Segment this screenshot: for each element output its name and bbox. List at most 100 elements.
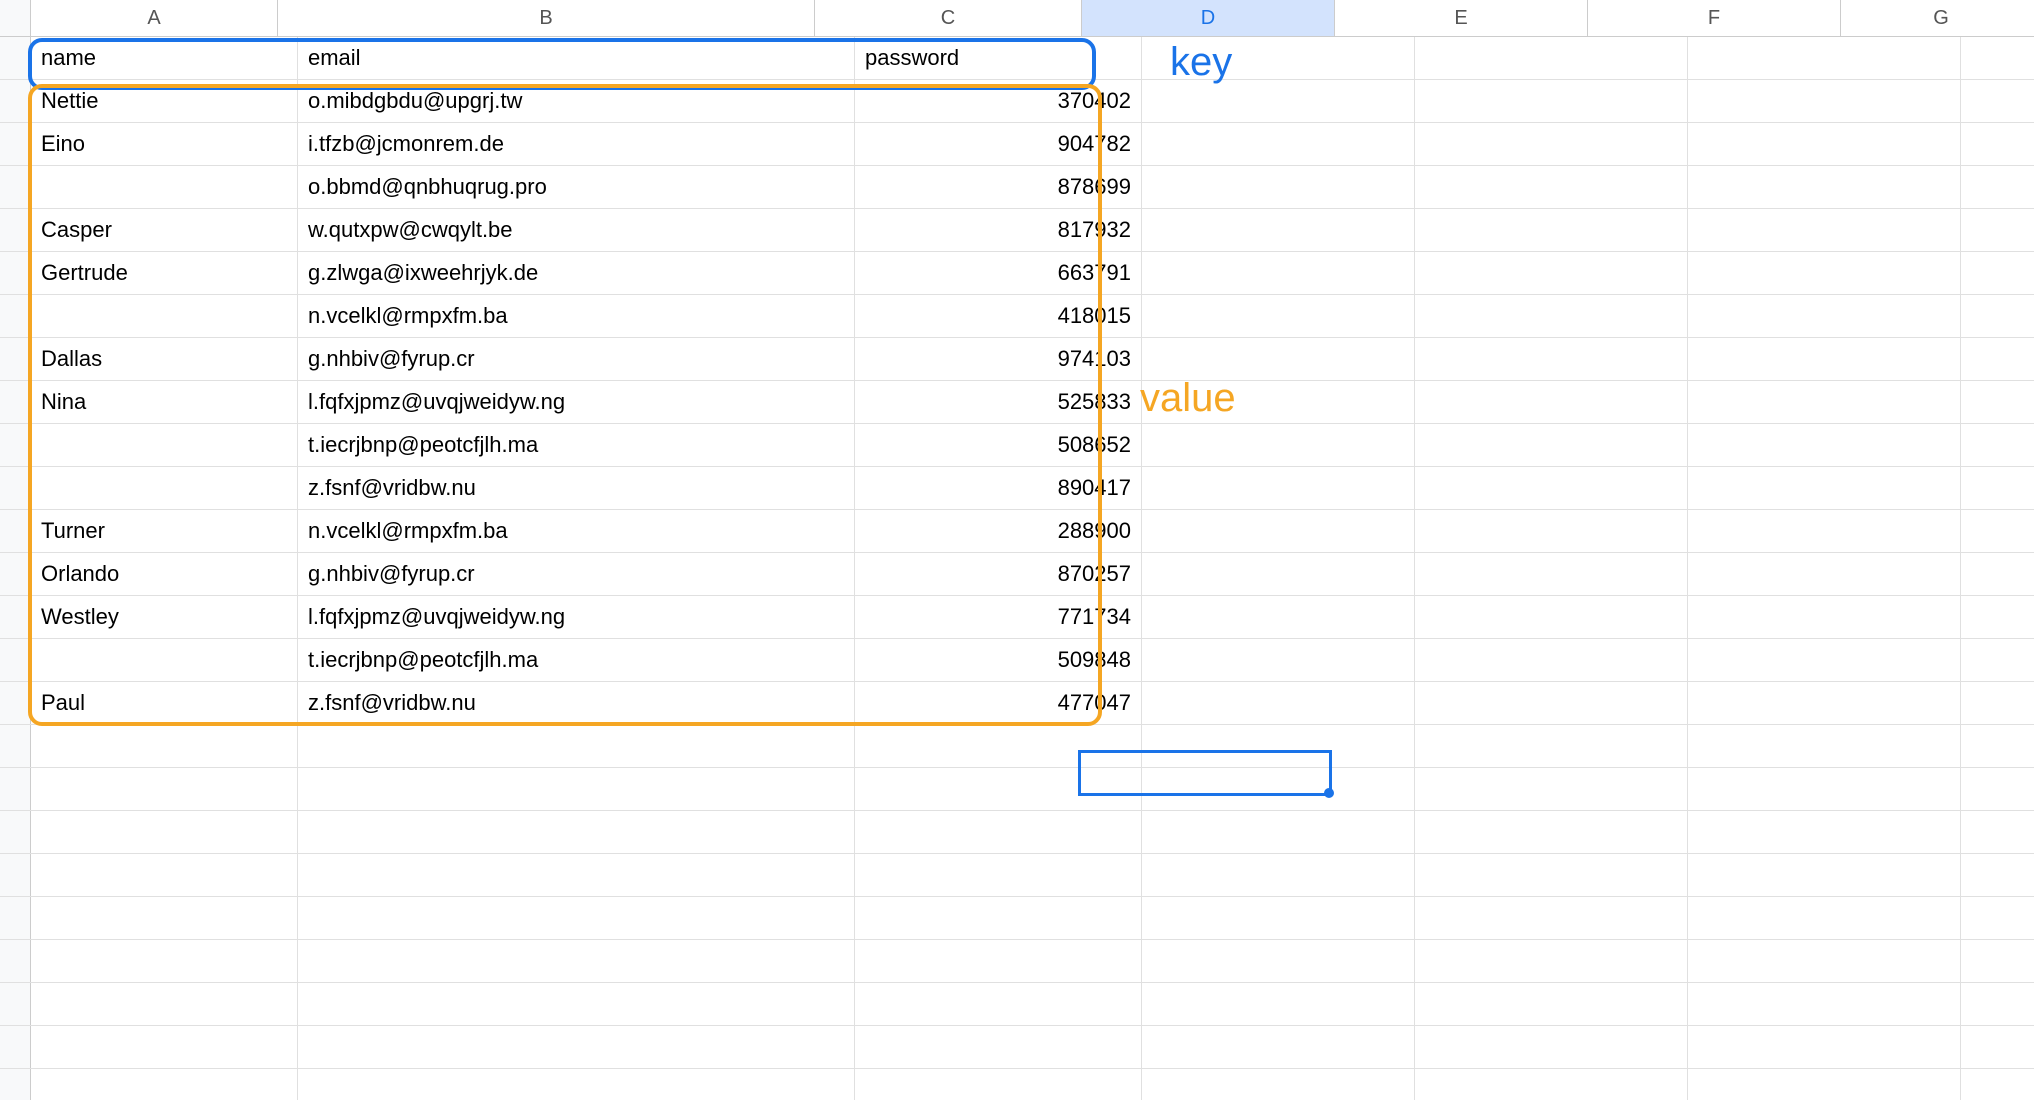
row-header[interactable] bbox=[0, 467, 31, 509]
cell[interactable] bbox=[1688, 166, 1961, 208]
cell-password[interactable]: 904782 bbox=[855, 123, 1142, 165]
cell[interactable] bbox=[1415, 467, 1688, 509]
sheet-corner[interactable] bbox=[0, 0, 31, 36]
cell[interactable] bbox=[298, 1026, 855, 1068]
cell[interactable] bbox=[31, 768, 298, 810]
row-header-1[interactable] bbox=[0, 37, 31, 79]
cell-email[interactable]: t.iecrjbnp@peotcfjlh.ma bbox=[298, 639, 855, 681]
cell[interactable] bbox=[1961, 80, 2034, 122]
cell[interactable] bbox=[1415, 682, 1688, 724]
cell[interactable] bbox=[298, 811, 855, 853]
col-header-E[interactable]: E bbox=[1335, 0, 1588, 36]
row-header[interactable] bbox=[0, 166, 31, 208]
cell[interactable] bbox=[1142, 725, 1415, 767]
cell-email[interactable]: g.nhbiv@fyrup.cr bbox=[298, 553, 855, 595]
spreadsheet-grid[interactable]: A B C D E F G name email password Nettie… bbox=[0, 0, 2034, 1100]
col-header-A[interactable]: A bbox=[31, 0, 278, 36]
cell[interactable] bbox=[31, 1069, 298, 1100]
cell[interactable] bbox=[1415, 80, 1688, 122]
cell[interactable] bbox=[1688, 553, 1961, 595]
cell-name[interactable]: Nettie bbox=[31, 80, 298, 122]
cell-email[interactable]: g.zlwga@ixweehrjyk.de bbox=[298, 252, 855, 294]
cell-name[interactable]: Paul bbox=[31, 682, 298, 724]
cell-name[interactable] bbox=[31, 639, 298, 681]
cell[interactable] bbox=[1142, 80, 1415, 122]
cell-email[interactable]: t.iecrjbnp@peotcfjlh.ma bbox=[298, 424, 855, 466]
cell[interactable] bbox=[1961, 854, 2034, 896]
cell[interactable] bbox=[1142, 1026, 1415, 1068]
cell[interactable] bbox=[1688, 940, 1961, 982]
cell[interactable] bbox=[855, 854, 1142, 896]
cell[interactable] bbox=[1142, 166, 1415, 208]
row-header[interactable] bbox=[0, 209, 31, 251]
cell[interactable] bbox=[1142, 596, 1415, 638]
cell[interactable] bbox=[1688, 639, 1961, 681]
col-header-B[interactable]: B bbox=[278, 0, 815, 36]
row-header[interactable] bbox=[0, 252, 31, 294]
cell-name[interactable] bbox=[31, 295, 298, 337]
cell[interactable] bbox=[1415, 338, 1688, 380]
cell[interactable] bbox=[1688, 854, 1961, 896]
cell[interactable] bbox=[1415, 381, 1688, 423]
cell[interactable] bbox=[1142, 897, 1415, 939]
cell[interactable] bbox=[1142, 338, 1415, 380]
cell[interactable] bbox=[1961, 983, 2034, 1025]
cell[interactable] bbox=[1961, 811, 2034, 853]
cell[interactable] bbox=[1688, 725, 1961, 767]
row-header[interactable] bbox=[0, 897, 31, 939]
cell[interactable] bbox=[1688, 510, 1961, 552]
cell[interactable] bbox=[1961, 940, 2034, 982]
cell-email[interactable]: w.qutxpw@cwqylt.be bbox=[298, 209, 855, 251]
row-header[interactable] bbox=[0, 1069, 31, 1100]
cell[interactable] bbox=[298, 940, 855, 982]
cell-email[interactable]: o.bbmd@qnbhuqrug.pro bbox=[298, 166, 855, 208]
cell-password[interactable]: 890417 bbox=[855, 467, 1142, 509]
cell[interactable] bbox=[1961, 381, 2034, 423]
cell[interactable] bbox=[1961, 424, 2034, 466]
cell[interactable] bbox=[1142, 682, 1415, 724]
cell-password[interactable]: 525833 bbox=[855, 381, 1142, 423]
col-header-G[interactable]: G bbox=[1841, 0, 2034, 36]
col-header-C[interactable]: C bbox=[815, 0, 1082, 36]
cell[interactable] bbox=[1961, 897, 2034, 939]
cell-B1[interactable]: email bbox=[298, 37, 855, 79]
cell[interactable] bbox=[1961, 1026, 2034, 1068]
cell-password[interactable]: 370402 bbox=[855, 80, 1142, 122]
cell[interactable] bbox=[1142, 252, 1415, 294]
cell[interactable] bbox=[1415, 811, 1688, 853]
cell-password[interactable]: 771734 bbox=[855, 596, 1142, 638]
cell[interactable] bbox=[1688, 80, 1961, 122]
cell[interactable] bbox=[1415, 424, 1688, 466]
cell[interactable] bbox=[298, 1069, 855, 1100]
cell[interactable] bbox=[1688, 381, 1961, 423]
cell-name[interactable]: Turner bbox=[31, 510, 298, 552]
cell[interactable] bbox=[1961, 510, 2034, 552]
cell[interactable] bbox=[1961, 467, 2034, 509]
row-header[interactable] bbox=[0, 854, 31, 896]
cell[interactable] bbox=[1415, 510, 1688, 552]
cell[interactable] bbox=[1142, 983, 1415, 1025]
cell-A1[interactable]: name bbox=[31, 37, 298, 79]
cell-name[interactable]: Casper bbox=[31, 209, 298, 251]
cell-name[interactable]: Westley bbox=[31, 596, 298, 638]
cell-D18[interactable] bbox=[1142, 768, 1415, 810]
col-header-F[interactable]: F bbox=[1588, 0, 1841, 36]
cell-email[interactable]: i.tfzb@jcmonrem.de bbox=[298, 123, 855, 165]
cell[interactable] bbox=[855, 811, 1142, 853]
cell[interactable] bbox=[1142, 123, 1415, 165]
cell-password[interactable]: 508652 bbox=[855, 424, 1142, 466]
cell[interactable] bbox=[31, 983, 298, 1025]
cell[interactable] bbox=[1142, 424, 1415, 466]
cell[interactable] bbox=[1688, 983, 1961, 1025]
cell[interactable] bbox=[855, 897, 1142, 939]
cell-email[interactable]: n.vcelkl@rmpxfm.ba bbox=[298, 295, 855, 337]
row-header[interactable] bbox=[0, 80, 31, 122]
row-header[interactable] bbox=[0, 553, 31, 595]
cell-password[interactable]: 509848 bbox=[855, 639, 1142, 681]
cell[interactable] bbox=[298, 725, 855, 767]
row-header[interactable] bbox=[0, 424, 31, 466]
cell-name[interactable]: Nina bbox=[31, 381, 298, 423]
cell[interactable] bbox=[1142, 1069, 1415, 1100]
cell-name[interactable] bbox=[31, 166, 298, 208]
cell[interactable] bbox=[1688, 682, 1961, 724]
